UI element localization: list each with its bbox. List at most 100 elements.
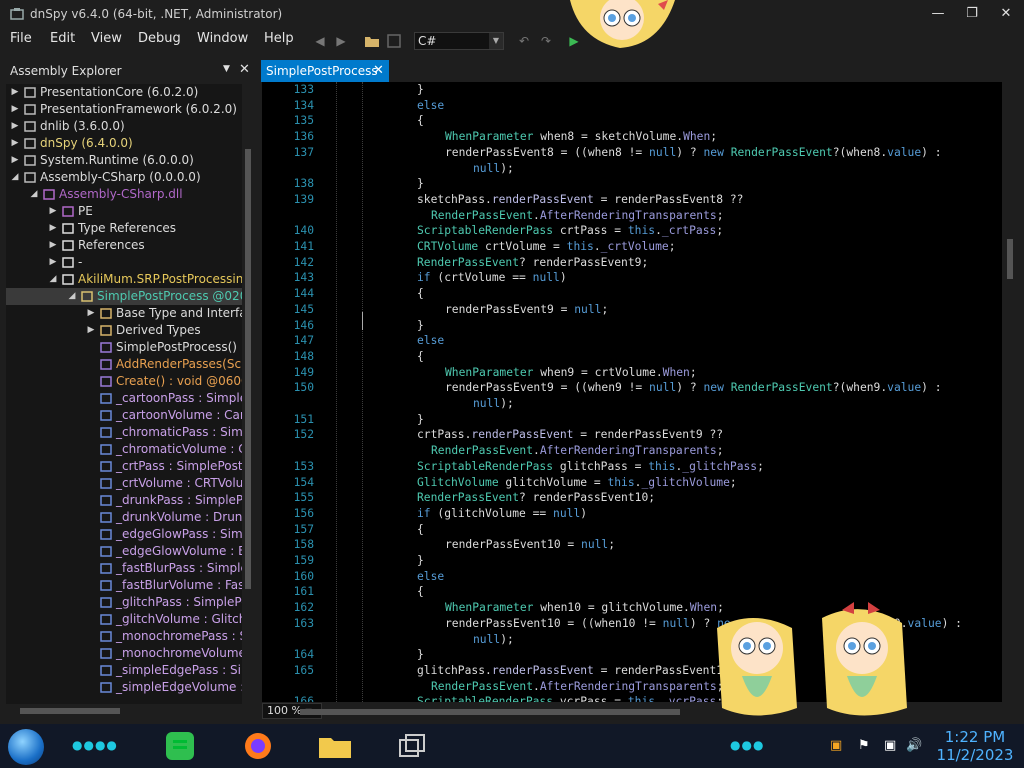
expander-icon[interactable]: ▶ (48, 254, 58, 271)
editor-vertical-scrollbar[interactable] (1003, 82, 1017, 702)
expander-icon[interactable]: ▶ (10, 118, 20, 135)
maximize-button[interactable]: ❐ (958, 4, 986, 24)
save-icon[interactable] (386, 33, 402, 49)
tree-node[interactable]: ▶ Derived Types (6, 322, 242, 339)
tree-node[interactable]: _edgeGlowPass : Simp (6, 526, 242, 543)
tree-node[interactable]: _chromaticPass : Simp (6, 424, 242, 441)
field-icon (99, 545, 113, 558)
undo-icon[interactable]: ↶ (516, 33, 532, 49)
expander-icon[interactable]: ▶ (86, 305, 96, 322)
back-icon[interactable]: ◀ (312, 33, 328, 49)
tree-node[interactable]: _crtVolume : CRTVolur (6, 475, 242, 492)
firefox-icon[interactable] (238, 730, 278, 762)
menu-edit[interactable]: Edit (50, 31, 75, 46)
dnspy-taskbar-icon[interactable] (392, 730, 432, 762)
code-line: { (417, 114, 424, 127)
code-token: if (417, 271, 431, 285)
expander-icon[interactable]: ▶ (86, 322, 96, 339)
tray-app-icon[interactable]: ▣ (830, 738, 842, 753)
tree-node[interactable]: ◢ Assembly-CSharp.dll (6, 186, 242, 203)
menu-help[interactable]: Help (264, 31, 294, 46)
expander-icon[interactable]: ▶ (10, 152, 20, 169)
expander-icon[interactable]: ▶ (48, 220, 58, 237)
scrollbar-thumb[interactable] (20, 708, 120, 714)
tree-node[interactable]: _drunkPass : SimplePo (6, 492, 242, 509)
expander-icon[interactable]: ▶ (10, 84, 20, 101)
close-icon[interactable]: ✕ (239, 62, 250, 77)
tree-node[interactable]: _glitchVolume : Glitch' (6, 611, 242, 628)
tree-node[interactable]: ▶ References (6, 237, 242, 254)
tree-node[interactable]: ◢ Assembly-CSharp (0.0.0.0) (6, 169, 242, 186)
tree-node[interactable]: _crtPass : SimplePostP (6, 458, 242, 475)
tab-simplepostprocess[interactable]: SimplePostProcess ✕ (261, 60, 389, 82)
expander-icon[interactable]: ◢ (48, 271, 58, 288)
close-icon[interactable]: ✕ (373, 63, 384, 78)
scrollbar-thumb[interactable] (1007, 239, 1013, 279)
forward-icon[interactable]: ▶ (333, 33, 349, 49)
scrollbar-thumb[interactable] (300, 709, 680, 715)
tree-vertical-scrollbar[interactable] (243, 84, 253, 704)
tree-node[interactable]: ▶ PresentationCore (6.0.2.0) (6, 84, 242, 101)
flag-icon[interactable]: ⚑ (858, 738, 870, 753)
network-icon[interactable]: ▣ (884, 738, 896, 753)
tree-node[interactable]: ▶ PresentationFramework (6.0.2.0) (6, 101, 242, 118)
expander-icon[interactable]: ◢ (67, 288, 77, 305)
tree-node[interactable]: ▶ dnlib (3.6.0.0) (6, 118, 242, 135)
tree-node[interactable]: ◢ SimplePostProcess @0200 (6, 288, 242, 305)
assembly-icon (23, 137, 37, 150)
expander-icon[interactable]: ◢ (29, 186, 39, 203)
tree-node[interactable]: Create() : void @06000 (6, 373, 242, 390)
tree-node[interactable]: ▶ System.Runtime (6.0.0.0) (6, 152, 242, 169)
menu-window[interactable]: Window (197, 31, 248, 46)
tree-node[interactable]: ▶ PE (6, 203, 242, 220)
tree-node[interactable]: _chromaticVolume : C (6, 441, 242, 458)
open-folder-icon[interactable] (364, 33, 380, 49)
menu-view[interactable]: View (91, 31, 122, 46)
expander-icon[interactable]: ▶ (48, 237, 58, 254)
tree-node[interactable]: AddRenderPasses(Scrip (6, 356, 242, 373)
tree-node[interactable]: _monochromeVolume (6, 645, 242, 662)
close-button[interactable]: ✕ (992, 4, 1020, 24)
chevron-down-icon[interactable]: ▼ (223, 64, 230, 74)
code-token: null (649, 381, 677, 395)
tree-node[interactable]: _edgeGlowVolume : Ec (6, 543, 242, 560)
menu-file[interactable]: File (10, 31, 32, 46)
start-button[interactable] (8, 729, 44, 765)
tree-node[interactable]: _monochromePass : Si (6, 628, 242, 645)
code-token: { (417, 114, 424, 128)
tree-node[interactable]: _cartoonVolume : Cart (6, 407, 242, 424)
expander-icon[interactable]: ◢ (10, 169, 20, 186)
menu-debug[interactable]: Debug (138, 31, 181, 46)
code-token: ) : (921, 145, 942, 159)
tree-node[interactable]: ◢ AkiliMum.SRP.PostProcessing (6, 271, 242, 288)
tree-node[interactable]: _fastBlurPass : SimpleF (6, 560, 242, 577)
tree-node[interactable]: _simpleEdgeVolume : ! (6, 679, 242, 696)
tree-node-label: SimplePostProcess @0200 (97, 289, 242, 303)
language-select[interactable]: C# ▼ (414, 32, 504, 50)
expander-icon[interactable]: ▶ (10, 135, 20, 152)
tree-node[interactable]: ▶ Base Type and Interfac (6, 305, 242, 322)
system-clock[interactable]: 1:22 PM 11/2/2023 (930, 728, 1020, 764)
code-line: glitchPass.renderPassEvent = renderPassE… (417, 664, 723, 677)
tree-horizontal-scrollbar[interactable] (6, 705, 246, 717)
assembly-tree[interactable]: ▶ PresentationCore (6.0.2.0) ▶ Presentation… (6, 84, 242, 704)
redo-icon[interactable]: ↷ (538, 33, 554, 49)
tree-node[interactable]: SimplePostProcess() : v (6, 339, 242, 356)
app-green-icon[interactable] (160, 730, 200, 762)
tree-node[interactable]: _glitchPass : SimplePo (6, 594, 242, 611)
tree-node[interactable]: _fastBlurVolume : Fastl (6, 577, 242, 594)
tree-node[interactable]: ▶ Type References (6, 220, 242, 237)
tree-node[interactable]: ▶ dnSpy (6.4.0.0) (6, 135, 242, 152)
minimize-button[interactable]: — (924, 4, 952, 24)
tree-node-label: Type References (78, 221, 177, 235)
expander-icon[interactable]: ▶ (48, 203, 58, 220)
tree-node[interactable]: ▶ - (6, 254, 242, 271)
tree-node[interactable]: _cartoonPass : SimpleF (6, 390, 242, 407)
expander-icon[interactable]: ▶ (10, 101, 20, 118)
file-explorer-icon[interactable] (315, 730, 355, 762)
scrollbar-thumb[interactable] (245, 149, 251, 589)
field-icon (99, 579, 113, 592)
tree-node[interactable]: _simpleEdgePass : Sim (6, 662, 242, 679)
tree-node[interactable]: _drunkVolume : Drunk (6, 509, 242, 526)
volume-icon[interactable]: 🔊 (906, 738, 922, 753)
